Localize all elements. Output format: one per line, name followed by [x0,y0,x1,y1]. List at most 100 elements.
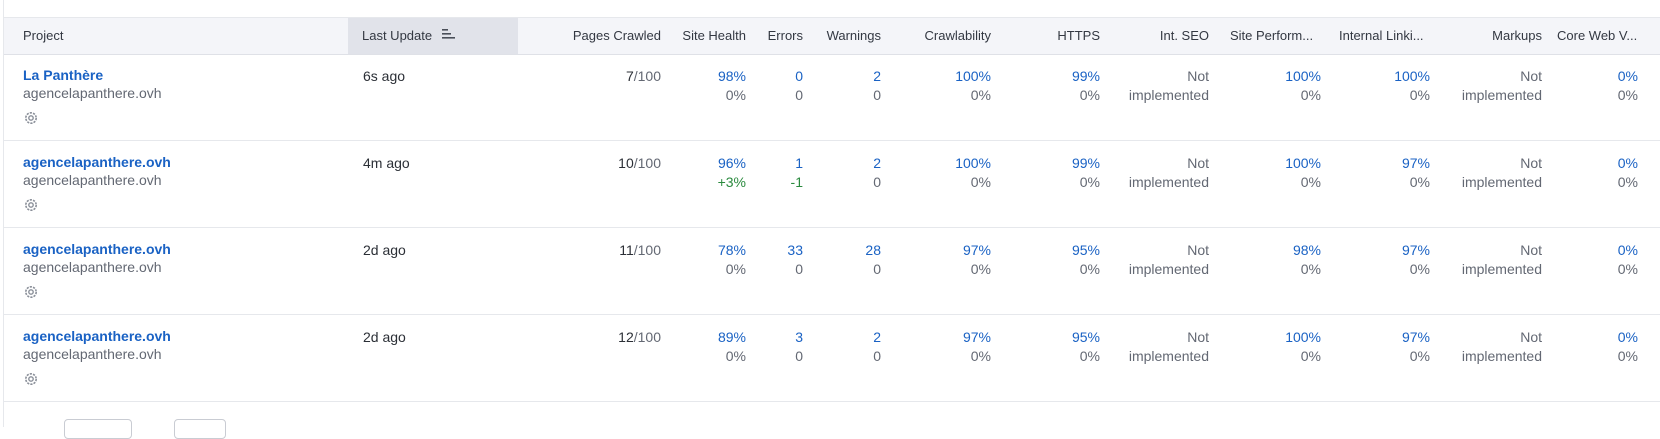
warnings-delta: 0 [873,174,881,190]
markups-status-line2: implemented [1461,87,1542,103]
https-value[interactable]: 95% [1072,242,1100,258]
crawlability-value[interactable]: 100% [955,155,991,171]
page-number-input[interactable] [174,419,226,439]
markups-status-line2: implemented [1461,348,1542,364]
project-settings-button[interactable] [23,371,39,390]
internal-linking-delta: 0% [1409,174,1430,190]
core-web-vitals-value[interactable]: 0% [1618,155,1638,171]
pages-limit: /100 [633,242,661,258]
crawlability-value[interactable]: 97% [963,329,991,345]
warnings-value[interactable]: 28 [865,242,881,258]
https-value[interactable]: 95% [1072,329,1100,345]
internal-linking-value[interactable]: 97% [1402,329,1430,345]
site-health-value[interactable]: 98% [718,68,746,84]
warnings-value[interactable]: 2 [873,155,881,171]
crawlability-value[interactable]: 100% [955,68,991,84]
last-update: 2d ago [363,329,406,345]
site-health-delta: +3% [717,174,746,190]
int-seo-status-line2: implemented [1128,261,1209,277]
col-project-header[interactable]: Project [23,18,63,54]
site-health-value[interactable]: 78% [718,242,746,258]
col-crawlability-header[interactable]: Crawlability [925,18,991,54]
errors-delta: -1 [790,174,803,190]
col-warnings-header[interactable]: Warnings [827,18,881,54]
project-settings-button[interactable] [23,110,39,129]
pages-crawled: 7/100 [626,68,661,84]
site-performance-delta: 0% [1300,348,1321,364]
site-performance-value[interactable]: 98% [1293,242,1321,258]
int-seo-status: Not [1187,155,1209,171]
crawlability-delta: 0% [970,174,991,190]
crawlability-delta: 0% [970,87,991,103]
project-settings-button[interactable] [23,197,39,216]
table-row: agencelapanthere.ovh agencelapanthere.ov… [4,141,1660,228]
site-performance-value[interactable]: 100% [1285,68,1321,84]
pages-count: 11 [619,242,634,258]
col-last-update-header[interactable]: Last Update [348,18,518,54]
crawlability-value[interactable]: 97% [963,242,991,258]
col-last-update-label: Last Update [362,28,433,43]
rows-per-page-select[interactable] [64,419,132,439]
pages-crawled: 10/100 [618,155,661,171]
gear-icon [25,112,37,124]
int-seo-status-line2: implemented [1128,87,1209,103]
project-settings-button[interactable] [23,284,39,303]
col-pages-crawled-header[interactable]: Pages Crawled [573,18,661,54]
int-seo-status: Not [1187,68,1209,84]
col-internal-linking-header[interactable]: Internal Linki... [1339,18,1424,54]
internal-linking-value[interactable]: 97% [1402,155,1430,171]
col-core-web-vitals-header[interactable]: Core Web V... [1557,18,1637,54]
pages-crawled: 12/100 [618,329,661,345]
table-row: agencelapanthere.ovh agencelapanthere.ov… [4,315,1660,402]
https-value[interactable]: 99% [1072,155,1100,171]
warnings-value[interactable]: 2 [873,329,881,345]
core-web-vitals-delta: 0% [1617,261,1638,277]
errors-delta: 0 [795,348,803,364]
projects-table: Project Last Update Pages Crawled Site H… [3,0,1660,439]
col-int-seo-header[interactable]: Int. SEO [1160,18,1209,54]
markups-status-line2: implemented [1461,174,1542,190]
site-performance-value[interactable]: 100% [1285,329,1321,345]
internal-linking-delta: 0% [1409,348,1430,364]
col-https-header[interactable]: HTTPS [1057,18,1100,54]
internal-linking-value[interactable]: 100% [1394,68,1430,84]
project-name-link[interactable]: agencelapanthere.ovh [23,328,171,344]
https-value[interactable]: 99% [1072,68,1100,84]
site-health-value[interactable]: 89% [718,329,746,345]
errors-value[interactable]: 33 [787,242,803,258]
int-seo-status-line2: implemented [1128,174,1209,190]
errors-value[interactable]: 0 [795,68,803,84]
site-performance-delta: 0% [1300,261,1321,277]
col-markups-header[interactable]: Markups [1492,18,1542,54]
core-web-vitals-value[interactable]: 0% [1618,242,1638,258]
errors-delta: 0 [795,87,803,103]
site-performance-value[interactable]: 100% [1285,155,1321,171]
markups-status: Not [1520,68,1542,84]
last-update: 4m ago [363,155,410,171]
pages-limit: /100 [633,155,661,171]
errors-value[interactable]: 1 [795,155,803,171]
markups-status: Not [1520,155,1542,171]
site-health-value[interactable]: 96% [718,155,746,171]
pages-limit: /100 [633,68,661,84]
project-name-link[interactable]: agencelapanthere.ovh [23,154,171,170]
pages-crawled: 11/100 [619,242,661,258]
col-site-performance-header[interactable]: Site Perform... [1230,18,1313,54]
core-web-vitals-value[interactable]: 0% [1618,329,1638,345]
site-health-delta: 0% [725,348,746,364]
col-errors-header[interactable]: Errors [768,18,803,54]
project-domain: agencelapanthere.ovh [23,259,162,275]
col-site-health-header[interactable]: Site Health [682,18,746,54]
project-name-link[interactable]: La Panthère [23,67,103,83]
warnings-delta: 0 [873,261,881,277]
warnings-value[interactable]: 2 [873,68,881,84]
core-web-vitals-delta: 0% [1617,348,1638,364]
table-row: agencelapanthere.ovh agencelapanthere.ov… [4,228,1660,315]
project-name-link[interactable]: agencelapanthere.ovh [23,241,171,257]
markups-status: Not [1520,329,1542,345]
internal-linking-value[interactable]: 97% [1402,242,1430,258]
sort-descending-icon[interactable] [441,17,455,53]
table-header: Project Last Update Pages Crawled Site H… [4,17,1660,55]
errors-value[interactable]: 3 [795,329,803,345]
core-web-vitals-value[interactable]: 0% [1618,68,1638,84]
